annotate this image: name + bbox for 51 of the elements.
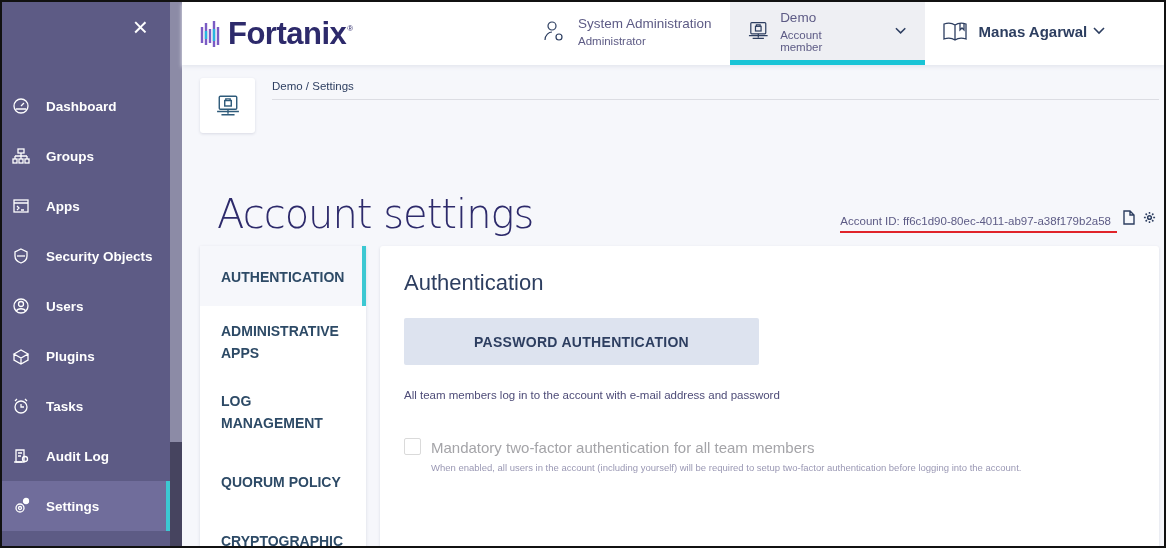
shield-icon [12,247,30,265]
sidebar-item[interactable]: Apps [2,181,170,231]
chevron-down-icon [1093,27,1106,35]
tab-subtitle: Account member [780,28,824,53]
option-hint: When enabled, all users in the account (including yourself) will be required to setup two-factor authentication before logging into the account. [431,462,1022,473]
sidebar-item[interactable]: Users [2,281,170,331]
laptop-lock-icon [747,20,769,42]
option-label: Mandatory two-factor authentication for all team members [431,439,816,456]
user-icon [12,297,30,315]
settings-icon[interactable] [1143,211,1156,224]
password-authentication-button[interactable]: PASSWORD AUTHENTICATION [404,318,759,365]
laptop-lock-icon [215,93,240,118]
registered-mark: ® [347,24,354,33]
clock-icon [12,397,30,415]
description: All team members log in to the account with e-mail address and password [404,389,781,401]
settings-nav-item[interactable]: CRYPTOGRAPHIC [200,516,366,546]
breadcrumb[interactable]: Demo / Settings [272,78,1159,100]
logo-text: Fortanix [228,15,347,52]
sidebar-item[interactable]: Tasks [2,381,170,431]
user-gear-icon [542,19,566,43]
settings-nav-item[interactable]: ADMINISTRATIVE APPS [200,306,366,376]
page-title: Account settings [217,191,535,237]
chevron-down-icon [895,27,907,35]
gear-icon [12,497,30,515]
sidebar-item[interactable]: Groups [2,131,170,181]
logo-bars-icon [200,18,222,49]
tree-icon [12,147,30,165]
sidebar-item[interactable]: Security Objects [2,231,170,281]
account-id: Account ID: ff6c1d90-80ec-4011-ab97-a38f179b2a58 [840,215,1117,233]
header-tab[interactable]: Manas Agarwal [924,2,1124,65]
close-button[interactable]: × [128,12,152,43]
sidebar-item[interactable]: Audit Log [2,431,170,481]
settings-nav-item[interactable]: AUTHENTICATION [200,246,366,306]
sidebar-item[interactable]: Settings [2,481,170,531]
section-title: Authentication [404,270,545,296]
header-tab[interactable]: Demo Account member [729,2,925,65]
header-tab[interactable]: System Administration Administrator [524,2,730,65]
settings-nav-item[interactable]: QUORUM POLICY [200,446,366,516]
gauge-icon [12,97,30,115]
tab-subtitle: Administrator [578,34,647,47]
book-icon [942,21,967,41]
tab-title: Manas Agarwal [978,22,1088,40]
tab-title: Demo [780,9,818,25]
sidebar-item[interactable]: Dashboard [2,81,170,131]
terminal-icon [12,197,30,215]
copy-icon[interactable] [1123,210,1135,225]
tab-title: System Administration [578,15,712,31]
sidebar-item[interactable]: Plugins [2,331,170,381]
log-icon [12,447,30,465]
box-icon [12,347,30,365]
settings-nav-item[interactable]: LOG MANAGEMENT [200,376,366,446]
